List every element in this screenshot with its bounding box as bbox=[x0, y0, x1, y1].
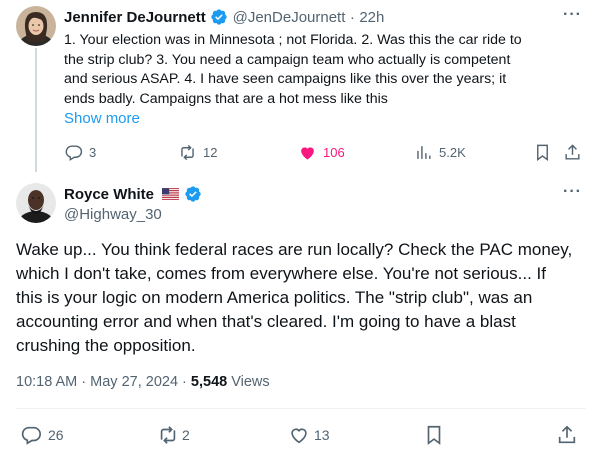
reply-line: 1. Your election was in Minnesota ; not … bbox=[64, 32, 522, 48]
tweet-views-label: Views bbox=[227, 374, 270, 390]
show-more-link[interactable]: Show more bbox=[64, 110, 140, 127]
verified-badge-icon bbox=[211, 9, 227, 25]
like-count: 106 bbox=[323, 145, 345, 160]
main-author-handle[interactable]: @Highway_30 bbox=[64, 206, 162, 223]
reply-header: Jennifer DeJournett @JenDeJournett · 22h bbox=[64, 8, 384, 27]
main-reply-button[interactable]: 26 bbox=[20, 424, 64, 446]
main-author-row: Royce White bbox=[64, 185, 202, 204]
reply-line: the strip club? 3. You need a campaign t… bbox=[64, 51, 511, 68]
main-reply-count: 26 bbox=[48, 427, 64, 443]
reply-count: 3 bbox=[89, 145, 97, 160]
repost-icon bbox=[160, 426, 176, 444]
main-more-options-icon[interactable]: ··· bbox=[563, 183, 582, 201]
main-tweet-body: Wake up... You think federal races are r… bbox=[16, 238, 596, 358]
main-tweet-line: accounting error and when that's cleared… bbox=[16, 312, 516, 331]
separator-dot: · bbox=[349, 9, 355, 26]
views-count: 5.2K bbox=[439, 145, 466, 160]
reply-more-options-icon[interactable]: ··· bbox=[563, 6, 582, 24]
main-author-name[interactable]: Royce White bbox=[64, 186, 154, 203]
verified-badge-icon bbox=[185, 186, 201, 202]
main-repost-count: 2 bbox=[182, 427, 190, 443]
reply-author-handle[interactable]: @JenDeJournett bbox=[233, 9, 346, 26]
reply-avatar[interactable] bbox=[16, 6, 56, 46]
main-share-button[interactable] bbox=[556, 424, 578, 446]
reply-line: ends badly. Campaigns that are a hot mes… bbox=[64, 90, 388, 107]
reply-bookmark-button[interactable] bbox=[533, 143, 552, 162]
views-chart-icon bbox=[417, 146, 431, 159]
main-like-button[interactable]: 13 bbox=[288, 424, 330, 446]
reply-like-button[interactable]: 106 bbox=[298, 143, 345, 162]
main-tweet-line: crushing the opposition. bbox=[16, 336, 196, 355]
repost-count: 12 bbox=[203, 145, 218, 160]
repost-icon bbox=[181, 144, 194, 161]
main-avatar[interactable] bbox=[16, 183, 56, 223]
heart-icon bbox=[291, 428, 307, 444]
tweet-meta: 10:18 AM · May 27, 2024 · 5,548 Views bbox=[16, 374, 270, 390]
comment-icon bbox=[21, 426, 41, 445]
divider bbox=[16, 408, 586, 409]
tweet-views-count: 5,548 bbox=[190, 374, 228, 390]
reply-reply-button[interactable]: 3 bbox=[64, 143, 96, 162]
share-icon bbox=[558, 425, 576, 444]
thread-connector-line bbox=[35, 48, 37, 172]
bookmark-icon bbox=[427, 425, 441, 445]
main-tweet-line: which I don't take, comes from everywher… bbox=[16, 264, 546, 283]
main-like-count: 13 bbox=[314, 427, 330, 443]
bookmark-icon bbox=[537, 144, 548, 162]
reply-time[interactable]: 22h bbox=[359, 9, 384, 26]
reply-views-button[interactable]: 5.2K bbox=[414, 143, 466, 162]
main-bookmark-button[interactable] bbox=[423, 424, 445, 446]
reply-repost-button[interactable]: 12 bbox=[178, 143, 217, 162]
comment-icon bbox=[65, 145, 83, 161]
share-icon bbox=[565, 144, 580, 160]
heart-filled-icon bbox=[301, 147, 314, 160]
main-tweet-line: this is your logic on modern America pol… bbox=[16, 288, 533, 307]
reply-author-name[interactable]: Jennifer DeJournett bbox=[64, 9, 206, 26]
main-repost-button[interactable]: 2 bbox=[157, 424, 190, 446]
tweet-timestamp[interactable]: 10:18 AM · May 27, 2024 · bbox=[16, 374, 191, 390]
reply-share-button[interactable] bbox=[563, 143, 582, 162]
reply-line: and serious ASAP. 4. I have seen campaig… bbox=[64, 71, 507, 87]
us-flag-icon bbox=[162, 188, 180, 200]
reply-body: 1. Your election was in Minnesota ; not … bbox=[64, 31, 584, 109]
main-tweet-line: Wake up... You think federal races are r… bbox=[16, 240, 573, 259]
